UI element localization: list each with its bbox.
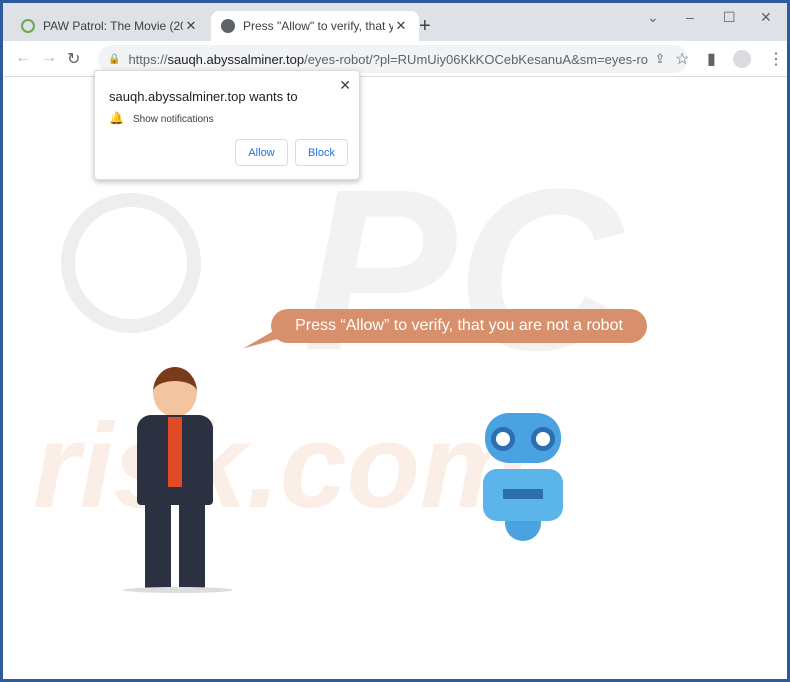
minimize-button[interactable]: – [686,9,694,25]
bookmark-star-icon[interactable]: ☆ [675,49,689,69]
tab-title: Press "Allow" to verify, that you are no… [243,19,393,33]
popup-title: sauqh.abyssalminer.top wants to [109,89,298,104]
tab-bar: PAW Patrol: The Movie (2021) YIFY ✕ Pres… [3,3,787,41]
close-window-button[interactable]: ✕ [760,9,772,26]
speech-bubble: Press “Allow” to verify, that you are no… [271,309,647,343]
browser-window: PAW Patrol: The Movie (2021) YIFY ✕ Pres… [3,3,787,679]
back-icon[interactable]: ← [15,49,31,67]
block-button[interactable]: Block [295,139,348,166]
url-host: sauqh.abyssalminer.top [167,51,305,67]
profile-avatar[interactable] [733,50,751,68]
robot-illustration [453,407,593,547]
reload-icon[interactable]: ↻ [67,49,80,69]
tab-paw-patrol[interactable]: PAW Patrol: The Movie (2021) YIFY ✕ [11,11,209,41]
tab-search-icon[interactable]: ⌄ [647,9,659,26]
menu-icon[interactable]: ⋮ [768,49,784,69]
notification-permission-popup: ✕ sauqh.abyssalminer.top wants to 🔔 Show… [94,70,360,180]
bell-icon: 🔔 [109,111,124,125]
yts-favicon-icon [21,19,35,33]
lock-icon[interactable]: 🔒 [108,54,120,65]
tab-title: PAW Patrol: The Movie (2021) YIFY [43,19,183,33]
url-scheme: https:// [128,51,168,67]
close-icon[interactable]: ✕ [339,77,351,94]
bubble-tail [243,325,283,361]
businessman-illustration [123,367,253,593]
close-tab-icon[interactable]: ✕ [183,18,199,34]
allow-button[interactable]: Allow [235,139,288,166]
url-path: /eyes-robot/?pl=RUmUiy06KkKOCebKesanuA&s… [304,51,649,67]
share-icon[interactable]: ⇪ [654,51,665,67]
forward-icon[interactable]: → [41,49,57,67]
maximize-button[interactable]: ☐ [723,9,736,26]
address-bar[interactable]: 🔒 https://sauqh.abyssalminer.top/eyes-ro… [98,45,688,73]
new-tab-button[interactable]: + [419,15,431,38]
watermark-magnifier-icon [61,193,201,333]
tab-active[interactable]: Press "Allow" to verify, that you are no… [211,11,419,41]
globe-icon [221,19,235,33]
bubble-text: Press “Allow” to verify, that you are no… [295,317,623,334]
side-panel-icon[interactable]: ▮ [707,49,716,69]
close-tab-icon[interactable]: ✕ [393,18,409,34]
permission-label: Show notifications [133,114,214,125]
